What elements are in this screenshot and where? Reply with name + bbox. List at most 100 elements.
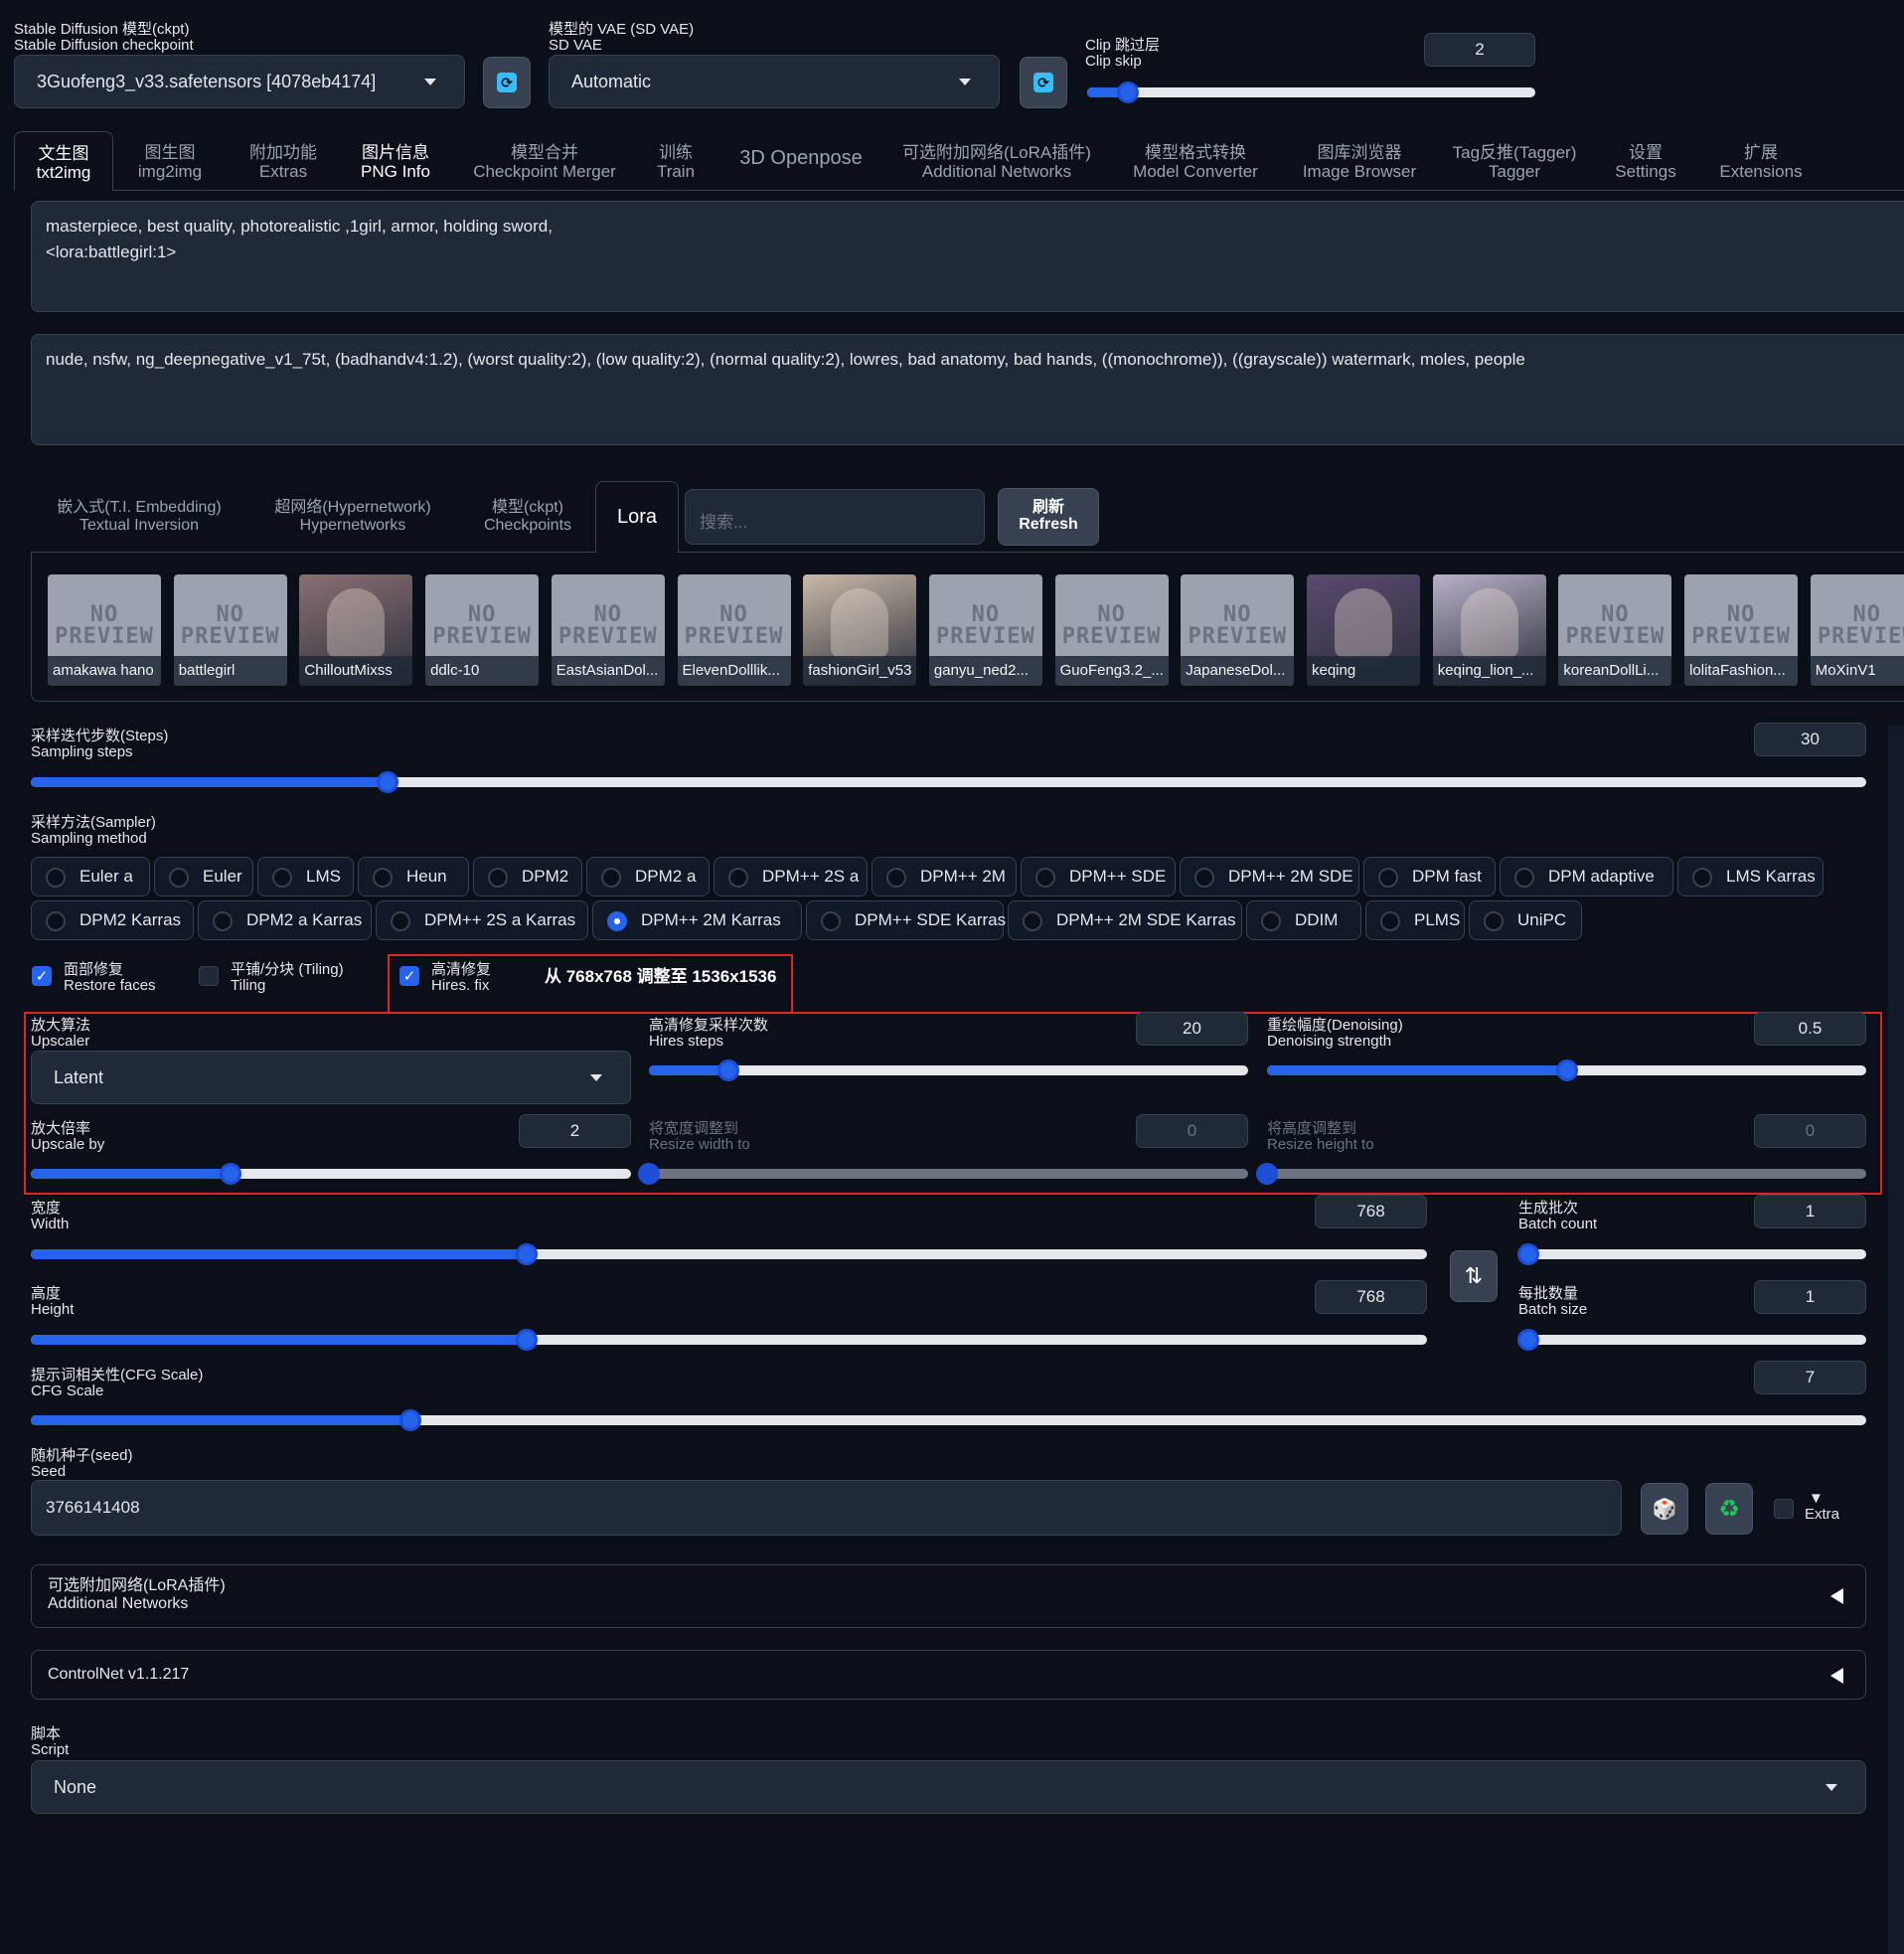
height-input[interactable]: 768	[1315, 1280, 1427, 1314]
script-select[interactable]: None	[31, 1760, 1866, 1814]
sampler-option[interactable]: DDIM	[1246, 900, 1361, 940]
refresh-checkpoint-button[interactable]: ⟳	[483, 57, 531, 108]
resize-width-slider[interactable]	[638, 1163, 1248, 1185]
cfg-slider[interactable]	[31, 1409, 1866, 1431]
sampler-option[interactable]: DPM fast	[1363, 857, 1496, 896]
lora-card[interactable]: NO PREVIEW ganyu_ned2...	[928, 574, 1042, 686]
sampler-option[interactable]: Euler	[154, 857, 253, 896]
sampler-option[interactable]: DPM2	[473, 857, 582, 896]
vae-select[interactable]: Automatic	[549, 55, 1000, 108]
sampler-option[interactable]: DPM++ 2M SDE Karras	[1008, 900, 1242, 940]
swap-dimensions-button[interactable]: ⇅	[1450, 1250, 1498, 1302]
tab-lora[interactable]: Lora	[595, 481, 679, 553]
lora-card[interactable]: NO PREVIEW battlegirl	[173, 574, 287, 686]
lora-card[interactable]: NO PREVIEW koreanDollLi...	[1558, 574, 1672, 686]
tab-img2img[interactable]: 图生图 img2img	[116, 137, 224, 191]
refresh-vae-button[interactable]: ⟳	[1020, 57, 1067, 108]
tab-tagger[interactable]: Tag反推(Tagger) Tagger	[1443, 137, 1586, 191]
steps-slider[interactable]	[31, 771, 1866, 793]
additional-networks-accordion[interactable]: 可选附加网络(LoRA插件) Additional Networks	[31, 1564, 1866, 1628]
batch-count-slider[interactable]	[1517, 1243, 1866, 1265]
resize-height-slider[interactable]	[1256, 1163, 1866, 1185]
denoising-input[interactable]: 0.5	[1754, 1012, 1866, 1046]
tab-train[interactable]: 训练 Train	[636, 137, 715, 191]
denoising-slider[interactable]	[1267, 1059, 1866, 1081]
tab-checkpoints[interactable]: 模型(ckpt) Checkpoints	[471, 485, 584, 545]
sampler-option[interactable]: DPM++ 2S a	[714, 857, 868, 896]
width-input[interactable]: 768	[1315, 1195, 1427, 1228]
sampler-option[interactable]: DPM2 a	[586, 857, 710, 896]
seed-input[interactable]: 3766141408	[31, 1480, 1622, 1536]
tab-checkpoint-merger[interactable]: 模型合并 Checkpoint Merger	[461, 137, 628, 191]
clip-skip-slider[interactable]	[1087, 81, 1535, 103]
batch-size-slider[interactable]	[1517, 1329, 1866, 1351]
sampler-option[interactable]: DPM++ 2M SDE	[1180, 857, 1359, 896]
upscaler-select[interactable]: Latent	[31, 1051, 631, 1104]
clip-skip-input[interactable]: 2	[1424, 33, 1535, 67]
cfg-input[interactable]: 7	[1754, 1361, 1866, 1394]
tab-image-browser[interactable]: 图库浏览器 Image Browser	[1284, 137, 1435, 191]
tab-hypernetworks[interactable]: 超网络(Hypernetwork) Hypernetworks	[260, 485, 445, 545]
slider-thumb[interactable]	[1517, 1329, 1539, 1351]
lora-card[interactable]: fashionGirl_v53	[803, 574, 917, 686]
slider-thumb[interactable]	[1256, 1163, 1278, 1185]
resize-height-input[interactable]: 0	[1754, 1114, 1866, 1148]
sampler-option[interactable]: PLMS	[1365, 900, 1465, 940]
tab-settings[interactable]: 设置 Settings	[1598, 137, 1693, 191]
lora-card[interactable]: NO PREVIEW lolitaFashion...	[1684, 574, 1799, 686]
tiling-checkbox[interactable]	[199, 966, 219, 986]
negative-prompt-input[interactable]: nude, nsfw, ng_deepnegative_v1_75t, (bad…	[31, 334, 1904, 445]
lora-card[interactable]: NO PREVIEW GuoFeng3.2_...	[1054, 574, 1169, 686]
lora-card[interactable]: NO PREVIEW ddlc-10	[425, 574, 540, 686]
sampler-option[interactable]: DPM++ 2M Karras	[592, 900, 802, 940]
slider-thumb[interactable]	[638, 1163, 660, 1185]
sampler-option[interactable]: UniPC	[1469, 900, 1582, 940]
batch-count-input[interactable]: 1	[1754, 1195, 1866, 1228]
lora-card[interactable]: NO PREVIEW ElevenDolllik...	[677, 574, 791, 686]
upscale-by-input[interactable]: 2	[519, 1114, 631, 1148]
lora-card[interactable]: ChilloutMixss	[299, 574, 413, 686]
slider-thumb[interactable]	[515, 1243, 538, 1265]
upscale-by-slider[interactable]	[31, 1163, 631, 1185]
sampler-option[interactable]: DPM adaptive	[1500, 857, 1673, 896]
lora-card[interactable]: keqing_lion_...	[1432, 574, 1546, 686]
slider-thumb[interactable]	[1517, 1243, 1539, 1265]
sampler-option[interactable]: DPM++ SDE Karras	[806, 900, 1006, 940]
resize-width-input[interactable]: 0	[1136, 1114, 1248, 1148]
tab-extensions[interactable]: 扩展 Extensions	[1705, 137, 1817, 191]
controlnet-accordion[interactable]: ControlNet v1.1.217	[31, 1650, 1866, 1700]
sampler-option[interactable]: LMS Karras	[1677, 857, 1824, 896]
tab-extras[interactable]: 附加功能 Extras	[229, 137, 338, 191]
slider-thumb[interactable]	[1117, 81, 1139, 103]
random-seed-button[interactable]: 🎲	[1641, 1483, 1688, 1535]
hires-steps-input[interactable]: 20	[1136, 1012, 1248, 1046]
tab-txt2img[interactable]: 文生图 txt2img	[14, 131, 113, 191]
sampler-option[interactable]: DPM++ SDE	[1021, 857, 1176, 896]
tab-additional-networks[interactable]: 可选附加网络(LoRA插件) Additional Networks	[890, 137, 1103, 191]
sampler-option[interactable]: DPM++ 2S a Karras	[376, 900, 588, 940]
tab-model-converter[interactable]: 模型格式转换 Model Converter	[1119, 137, 1272, 191]
hires-steps-slider[interactable]	[649, 1059, 1248, 1081]
slider-thumb[interactable]	[1555, 1059, 1578, 1081]
height-slider[interactable]	[31, 1329, 1427, 1351]
extra-networks-refresh-button[interactable]: 刷新 Refresh	[998, 488, 1099, 546]
checkpoint-select[interactable]: 3Guofeng3_v33.safetensors [4078eb4174]	[14, 55, 465, 108]
tab-png-info[interactable]: 图片信息 PNG Info	[342, 137, 449, 191]
lora-card[interactable]: NO PREVIEW EastAsianDol...	[551, 574, 665, 686]
slider-thumb[interactable]	[377, 771, 399, 793]
slider-thumb[interactable]	[399, 1409, 422, 1431]
extra-networks-search[interactable]: 搜索...	[685, 489, 985, 545]
sampler-option[interactable]: LMS	[257, 857, 354, 896]
hires-fix-checkbox[interactable]: ✓	[399, 966, 419, 986]
reuse-seed-button[interactable]: ♻	[1705, 1483, 1753, 1535]
slider-thumb[interactable]	[515, 1329, 538, 1351]
sampler-option[interactable]: DPM++ 2M	[872, 857, 1017, 896]
scrollbar[interactable]	[1888, 726, 1904, 1954]
lora-card[interactable]: NO PREVIEW amakawa hano	[48, 574, 161, 686]
extra-seed-checkbox[interactable]	[1774, 1499, 1794, 1519]
width-slider[interactable]	[31, 1243, 1427, 1265]
tab-textual-inversion[interactable]: 嵌入式(T.I. Embedding) Textual Inversion	[44, 485, 235, 545]
prompt-input[interactable]: masterpiece, best quality, photorealisti…	[31, 201, 1904, 312]
tab-3d-openpose[interactable]: 3D Openpose	[723, 137, 878, 191]
lora-card[interactable]: NOPREVIEW MoXinV1	[1810, 574, 1904, 686]
